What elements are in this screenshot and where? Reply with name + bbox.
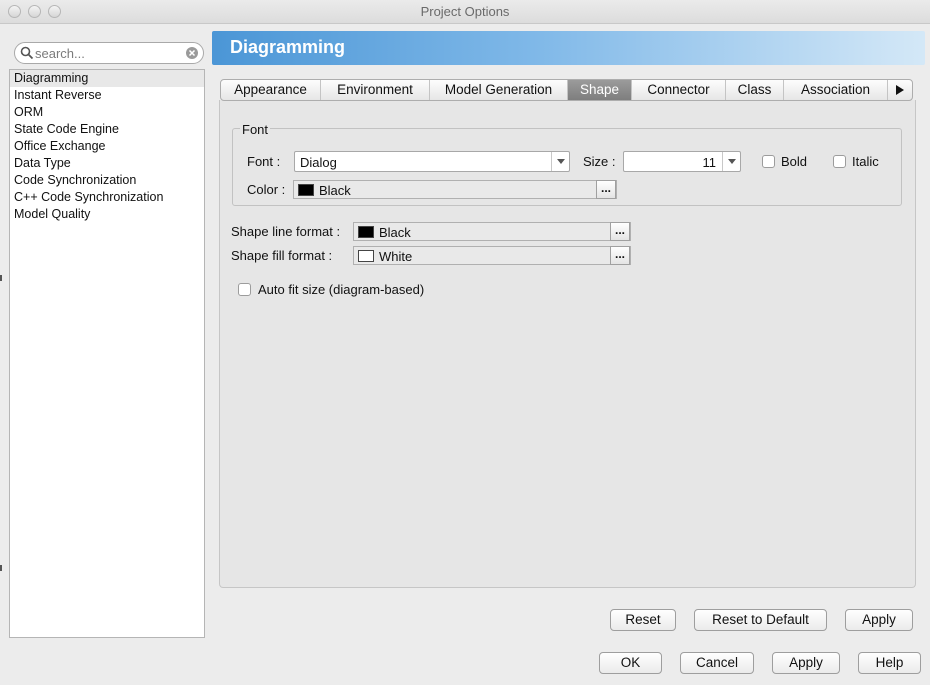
bold-label: Bold <box>781 154 808 169</box>
cancel-button[interactable]: Cancel <box>680 652 754 674</box>
font-color-picker-button[interactable]: ... <box>596 180 616 199</box>
search-icon <box>20 46 34 60</box>
sidebar-item-state-code-engine[interactable]: State Code Engine <box>10 121 204 138</box>
page-header: Diagramming <box>212 31 925 65</box>
tab-connector[interactable]: Connector <box>632 80 726 100</box>
tab-shape[interactable]: Shape <box>568 80 632 100</box>
bold-checkbox[interactable] <box>762 155 775 168</box>
sidebar-item-data-type[interactable]: Data Type <box>10 155 204 172</box>
sidebar-item-code-synchronization[interactable]: Code Synchronization <box>10 172 204 189</box>
reset-button[interactable]: Reset <box>610 609 676 631</box>
page-title: Diagramming <box>230 37 346 57</box>
tab-model-generation[interactable]: Model Generation <box>430 80 568 100</box>
auto-fit-size-checkbox[interactable] <box>238 283 251 296</box>
clear-search-icon[interactable] <box>185 46 199 60</box>
shape-line-color-name: Black <box>379 225 411 240</box>
category-list[interactable]: Diagramming Instant Reverse ORM State Co… <box>9 69 205 638</box>
italic-checkbox[interactable] <box>833 155 846 168</box>
window-title: Project Options <box>420 4 510 19</box>
sidebar-item-cpp-code-synchronization[interactable]: C++ Code Synchronization <box>10 189 204 206</box>
font-combo[interactable]: Dialog <box>294 151 570 172</box>
dialog-apply-button[interactable]: Apply <box>772 652 840 674</box>
title-bar: Project Options <box>0 0 930 24</box>
size-dropdown-button[interactable] <box>722 152 740 171</box>
font-group-title: Font <box>240 122 271 137</box>
italic-label: Italic <box>852 154 879 169</box>
font-color-name: Black <box>319 183 351 198</box>
shape-fill-color-field[interactable]: White ... <box>353 246 631 265</box>
shape-fill-color-name: White <box>379 249 413 264</box>
triangle-right-icon <box>896 85 904 95</box>
shape-line-format-label: Shape line format : <box>231 224 341 239</box>
shape-line-color-picker-button[interactable]: ... <box>610 222 630 241</box>
size-combo[interactable]: 11 <box>623 151 741 172</box>
color-label: Color : <box>247 182 286 197</box>
sidebar-item-diagramming[interactable]: Diagramming <box>10 70 204 87</box>
shape-fill-format-label: Shape fill format : <box>231 248 333 263</box>
sidebar-item-instant-reverse[interactable]: Instant Reverse <box>10 87 204 104</box>
font-label: Font : <box>247 154 281 169</box>
tab-bar: Appearance Environment Model Generation … <box>220 79 913 101</box>
background-window-edge <box>0 275 2 281</box>
panel-apply-button[interactable]: Apply <box>845 609 913 631</box>
font-dropdown-button[interactable] <box>551 152 569 171</box>
chevron-down-icon <box>728 159 736 164</box>
font-color-field[interactable]: Black ... <box>293 180 617 199</box>
size-label: Size : <box>583 154 616 169</box>
tab-class[interactable]: Class <box>726 80 784 100</box>
shape-line-color-field[interactable]: Black ... <box>353 222 631 241</box>
tab-environment[interactable]: Environment <box>321 80 430 100</box>
search-box[interactable] <box>14 42 204 64</box>
shape-fill-color-picker-button[interactable]: ... <box>610 246 630 265</box>
font-color-swatch <box>298 184 314 196</box>
chevron-down-icon <box>557 159 565 164</box>
background-window-edge <box>0 565 2 571</box>
sidebar-item-model-quality[interactable]: Model Quality <box>10 206 204 223</box>
font-value: Dialog <box>300 155 337 170</box>
sidebar-item-office-exchange[interactable]: Office Exchange <box>10 138 204 155</box>
tab-appearance[interactable]: Appearance <box>221 80 321 100</box>
shape-fill-color-swatch <box>358 250 374 262</box>
auto-fit-size-label: Auto fit size (diagram-based) <box>258 282 425 297</box>
reset-to-default-button[interactable]: Reset to Default <box>694 609 827 631</box>
help-button[interactable]: Help <box>858 652 921 674</box>
size-value: 11 <box>702 155 717 170</box>
shape-line-color-swatch <box>358 226 374 238</box>
sidebar-item-orm[interactable]: ORM <box>10 104 204 121</box>
ok-button[interactable]: OK <box>599 652 662 674</box>
search-input[interactable] <box>35 45 185 61</box>
tab-association[interactable]: Association <box>784 80 888 100</box>
tab-scroll-right-button[interactable] <box>888 80 912 100</box>
